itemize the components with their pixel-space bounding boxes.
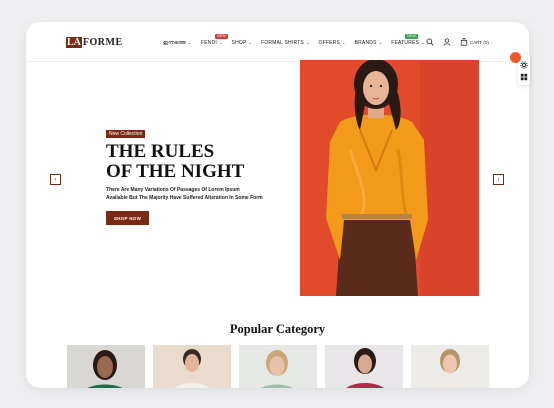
nav-label: ഇന്നത്തെ	[163, 40, 187, 46]
user-icon[interactable]	[443, 38, 451, 46]
new-badge: NEW	[405, 34, 418, 39]
slider-next-button[interactable]: ›	[493, 174, 504, 185]
hero-title-line1: THE RULES	[106, 141, 215, 162]
browser-frame: LA FORME ഇന്നത്തെ ⌄ NEW FENDI ⌄ SHOP ⌄ FORM…	[26, 22, 529, 388]
chevron-down-icon: ⌄	[421, 40, 425, 45]
search-icon[interactable]	[426, 38, 434, 46]
category-card[interactable]	[239, 345, 317, 388]
chevron-down-icon: ⌄	[305, 40, 310, 45]
category-image	[325, 345, 403, 388]
nav-label: FEATURES	[391, 40, 420, 46]
logo-text: FORME	[82, 36, 123, 48]
promo-badge-icon[interactable]	[510, 52, 521, 63]
model-illustration	[300, 60, 479, 296]
category-card[interactable]	[67, 345, 145, 388]
main-nav: ഇന്നത്തെ ⌄ NEW FENDI ⌄ SHOP ⌄ FORMAL SHIRTS…	[163, 34, 425, 46]
chevron-down-icon: ⌄	[248, 40, 253, 45]
nav-item-1[interactable]: ഇന്നത്തെ ⌄	[163, 40, 192, 46]
logo-mark: LA	[66, 36, 82, 48]
category-card[interactable]	[153, 345, 231, 388]
nav-item-features[interactable]: NEW FEATURES ⌄	[391, 34, 425, 46]
logo[interactable]: LA FORME	[66, 36, 123, 48]
collection-tag: New Collection	[106, 130, 146, 138]
category-image	[153, 345, 231, 388]
hero-title: THE RULES OF THE NIGHT	[106, 142, 244, 182]
nav-item-brands[interactable]: BRANDS ⌄	[355, 40, 383, 46]
hero-model-image	[300, 60, 479, 296]
nav-item-shop[interactable]: SHOP ⌄	[232, 40, 253, 46]
new-badge: NEW	[214, 34, 228, 39]
cart-button[interactable]: CART (0)	[460, 38, 489, 46]
chevron-left-icon: ‹	[54, 176, 57, 183]
hero-desc-line2: Available But The Majority Have Suffered…	[106, 195, 263, 201]
chevron-down-icon: ⌄	[218, 40, 223, 45]
hero-description: There Are Many Variations Of Passages Of…	[106, 186, 286, 202]
nav-label: SHOP	[231, 40, 247, 46]
chevron-right-icon: ›	[497, 176, 500, 183]
nav-label: FENDI	[200, 40, 217, 46]
grid-icon[interactable]	[520, 73, 528, 81]
slider-prev-button[interactable]: ‹	[50, 174, 61, 185]
chevron-down-icon: ⌄	[342, 40, 346, 45]
cart-label: CART (0)	[470, 39, 489, 45]
popular-category-title: Popular Category	[229, 322, 326, 336]
category-image	[239, 345, 317, 388]
cart-icon	[460, 38, 468, 46]
header-actions: CART (0)	[426, 38, 489, 46]
category-image	[411, 345, 489, 388]
nav-item-fendi[interactable]: NEW FENDI ⌄	[200, 34, 228, 46]
nav-item-offers[interactable]: OFFERS ⌄	[319, 40, 346, 46]
nav-label: FORMAL SHIRTS	[261, 40, 304, 46]
nav-item-formal-shirts[interactable]: FORMAL SHIRTS ⌄	[261, 40, 309, 46]
hero-desc-line1: There Are Many Variations Of Passages Of…	[106, 187, 240, 193]
shop-now-button[interactable]: SHOP NOW	[106, 211, 149, 225]
gear-icon[interactable]	[520, 61, 528, 69]
chevron-down-icon: ⌄	[378, 40, 383, 45]
nav-label: BRANDS	[354, 40, 377, 46]
category-list	[67, 345, 489, 388]
chevron-down-icon: ⌄	[188, 40, 192, 45]
category-card[interactable]	[325, 345, 403, 388]
category-image	[67, 345, 145, 388]
hero-title-line2: OF THE NIGHT	[106, 161, 245, 182]
site-header: LA FORME ഇന്നത്തെ ⌄ NEW FENDI ⌄ SHOP ⌄ FORM…	[26, 22, 529, 62]
category-card[interactable]	[411, 345, 489, 388]
nav-label: OFFERS	[318, 40, 341, 46]
